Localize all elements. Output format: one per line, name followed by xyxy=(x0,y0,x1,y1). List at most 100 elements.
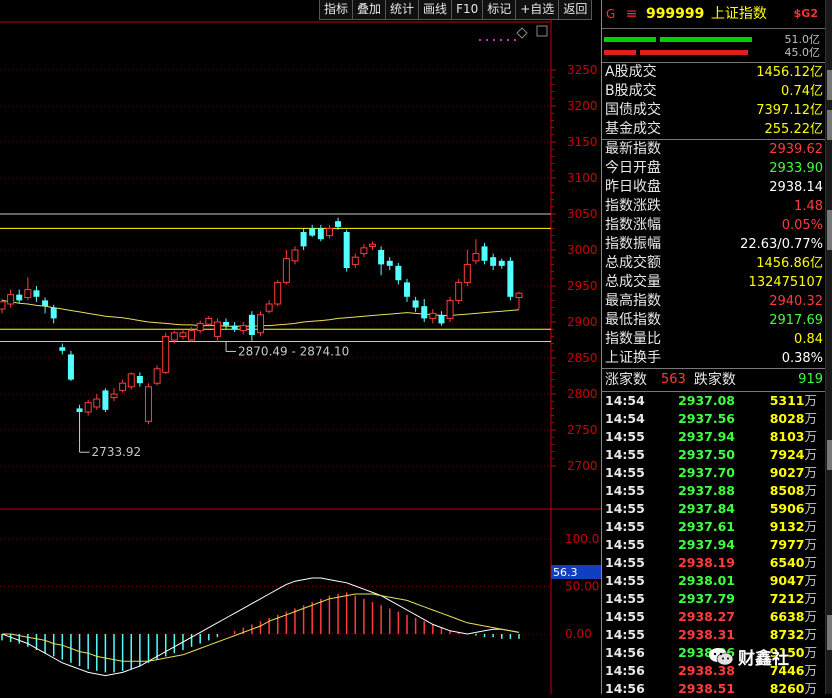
group-badge[interactable]: $G2 xyxy=(794,0,818,28)
candle-body xyxy=(282,258,290,283)
dotted-marker xyxy=(500,39,502,41)
turnover-row: B股成交 0.74亿 xyxy=(602,82,826,101)
add-watchlist-button[interactable]: +自选 xyxy=(515,0,560,20)
candle-body xyxy=(179,332,187,337)
stats-row: 指数量比 0.84 xyxy=(602,330,826,349)
candle-body xyxy=(515,292,523,299)
tick-price: 2937.84 xyxy=(678,501,735,516)
indicator-button[interactable]: 指标 xyxy=(319,0,354,20)
stats-row: 指数涨跌 1.48 xyxy=(602,197,826,216)
candle-body xyxy=(93,398,101,408)
annotation-label: 2870.49 - 2874.10 xyxy=(238,344,349,358)
scrollbar-thumb[interactable] xyxy=(827,210,832,250)
tick-price: 2937.56 xyxy=(678,411,735,426)
tick-row[interactable]: 14:55 2937.84 5906万 xyxy=(602,500,826,518)
price-tick-label: 3100 xyxy=(567,171,598,185)
tick-row[interactable]: 14:54 2937.08 5311万 xyxy=(602,392,826,410)
tick-time: 14:54 xyxy=(605,411,645,426)
tick-time: 14:55 xyxy=(605,537,645,552)
kline-chart[interactable]: 3250 3200 3150 3100 3050 3000 2950 2900 2850 2800… xyxy=(0,0,601,694)
candle-body xyxy=(369,243,377,247)
scrollbar-thumb[interactable] xyxy=(827,70,832,100)
candle-body xyxy=(498,260,505,266)
stats-row: 最高指数 2940.32 xyxy=(602,292,826,311)
tick-time: 14:56 xyxy=(605,663,645,678)
tick-row[interactable]: 14:54 2937.56 8028万 xyxy=(602,410,826,428)
tick-row[interactable]: 14:55 2937.61 9132万 xyxy=(602,518,826,536)
candle-body xyxy=(300,232,307,247)
tick-time: 14:55 xyxy=(605,483,645,498)
turnover-label: A股成交 xyxy=(605,64,657,80)
tick-volume: 7977万 xyxy=(735,536,817,554)
stats-row: 上证换手 0.38% xyxy=(602,349,826,368)
tick-row[interactable]: 14:56 2938.51 8260万 xyxy=(602,680,826,698)
menu-icon[interactable]: ≡ xyxy=(626,6,638,22)
mark-button[interactable]: 标记 xyxy=(482,0,517,20)
tick-volume: 9047万 xyxy=(735,572,817,590)
back-button[interactable]: 返回 xyxy=(558,0,593,20)
candle-body xyxy=(360,247,368,255)
tick-price: 2937.70 xyxy=(678,465,735,480)
draw-line-button[interactable]: 画线 xyxy=(418,0,453,20)
turnover-row: A股成交 1456.12亿 xyxy=(602,63,826,82)
tick-volume: 5906万 xyxy=(735,500,817,518)
panel-scrollbar[interactable] xyxy=(825,0,832,694)
candle-body xyxy=(446,299,454,319)
chart-toolbar: 指标 叠加 统计 画线 F10 标记 +自选 返回 xyxy=(319,0,593,20)
tick-row[interactable]: 14:55 2937.94 8103万 xyxy=(602,428,826,446)
scrollbar-thumb[interactable] xyxy=(827,440,832,470)
tick-price: 2937.94 xyxy=(678,537,735,552)
overlay-button[interactable]: 叠加 xyxy=(352,0,387,20)
tick-row[interactable]: 14:55 2937.70 9027万 xyxy=(602,464,826,482)
candle-body xyxy=(205,317,213,325)
tick-volume: 9132万 xyxy=(735,518,817,536)
tick-volume: 8732万 xyxy=(735,626,817,644)
tick-volume: 6540万 xyxy=(735,554,817,572)
tick-row[interactable]: 14:55 2937.50 7924万 xyxy=(602,446,826,464)
stats-value: 0.38% xyxy=(781,351,823,366)
tick-volume-value: 6540 xyxy=(769,555,805,570)
turnover-label: 国债成交 xyxy=(605,102,661,118)
chart-area[interactable]: 3250 3200 3150 3100 3050 3000 2950 2900 2850 2800… xyxy=(0,0,601,694)
security-name: 上证指数 xyxy=(710,6,767,22)
turnover-row: 国债成交 7397.12亿 xyxy=(602,101,826,120)
tick-volume: 9027万 xyxy=(735,464,817,482)
stats-label: 最高指数 xyxy=(605,293,661,309)
tick-row[interactable]: 14:55 2937.79 7212万 xyxy=(602,590,826,608)
tick-volume: 8028万 xyxy=(735,410,817,428)
flow-bars: 51.0亿 45.0亿 xyxy=(602,29,826,62)
scrollbar-thumb[interactable] xyxy=(827,110,832,140)
candle-body xyxy=(274,281,282,305)
tick-volume: 8260万 xyxy=(735,680,817,698)
candle-body xyxy=(153,368,161,384)
tick-row[interactable]: 14:55 2938.19 6540万 xyxy=(602,554,826,572)
stats-value: 2917.69 xyxy=(769,313,823,328)
candle-body xyxy=(490,257,497,266)
candle-body xyxy=(455,281,463,301)
turnover-value: 255.22亿 xyxy=(764,122,824,137)
f10-button[interactable]: F10 xyxy=(451,0,484,20)
stats-row: 指数涨幅 0.05% xyxy=(602,216,826,235)
turnover-label: 基金成交 xyxy=(605,121,661,137)
candle-body xyxy=(403,282,410,297)
tick-volume-unit: 万 xyxy=(804,429,817,444)
tick-row[interactable]: 14:55 2938.31 8732万 xyxy=(602,626,826,644)
stats-label: 指数振幅 xyxy=(605,236,661,252)
statistics-button[interactable]: 统计 xyxy=(385,0,420,20)
tick-row[interactable]: 14:55 2938.01 9047万 xyxy=(602,572,826,590)
tick-volume: 8103万 xyxy=(735,428,817,446)
stats-value: 22.63/0.77% xyxy=(740,237,823,252)
tick-row[interactable]: 14:55 2937.88 8508万 xyxy=(602,482,826,500)
tick-volume-value: 7977 xyxy=(769,537,805,552)
tick-volume-value: 8028 xyxy=(769,411,805,426)
stats-value: 2938.14 xyxy=(769,180,823,195)
tick-row[interactable]: 14:55 2938.27 6638万 xyxy=(602,608,826,626)
candle-body xyxy=(16,294,23,301)
scrollbar-thumb[interactable] xyxy=(827,615,832,650)
tick-price: 2937.08 xyxy=(678,393,735,408)
candle-body xyxy=(162,335,170,373)
candle-body xyxy=(438,314,445,324)
group-label[interactable]: G xyxy=(606,7,615,21)
tick-price: 2938.01 xyxy=(678,573,735,588)
tick-row[interactable]: 14:55 2937.94 7977万 xyxy=(602,536,826,554)
